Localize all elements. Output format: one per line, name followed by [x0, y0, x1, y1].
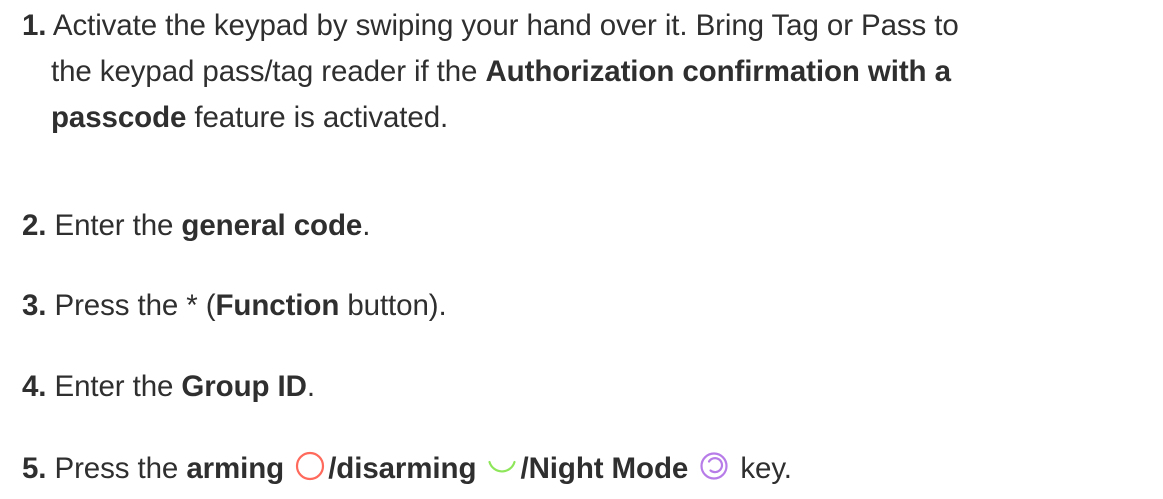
night-mode-icon — [698, 450, 730, 496]
step-5-number: 5. — [22, 452, 47, 485]
step-4: 4. Enter the Group ID. — [22, 364, 315, 410]
step-4-text: Enter the — [46, 370, 182, 403]
step-2: 2. Enter the general code. — [22, 203, 370, 249]
step-4-number: 4. — [22, 370, 47, 403]
step-5-arming-label: arming — [186, 452, 285, 485]
step-1-line-2-bold: Authorization confirmation with a — [485, 55, 951, 88]
step-1-line-1: Activate the keypad by swiping your hand… — [52, 9, 959, 42]
step-1: 1. Activate the keypad by swiping your h… — [22, 3, 1157, 141]
step-5-disarming-label: disarming — [336, 452, 477, 485]
step-5-text: Press the — [46, 452, 187, 485]
step-5: 5. Press the arming /disarming /Night Mo… — [22, 446, 792, 496]
step-4-bold: Group ID — [181, 370, 307, 403]
step-2-bold: general code — [181, 209, 363, 242]
step-5-night-mode-label: Night Mode — [528, 452, 689, 485]
step-2-number: 2. — [22, 209, 47, 242]
step-4-post: . — [306, 370, 315, 403]
step-1-line-2-text: the keypad pass/tag reader if the — [51, 55, 486, 88]
step-3-post: button). — [339, 289, 447, 322]
step-3-text: Press the * ( — [46, 289, 216, 322]
step-2-post: . — [362, 209, 371, 242]
step-3: 3. Press the * (Function button). — [22, 283, 447, 329]
step-3-number: 3. — [22, 289, 47, 322]
step-1-line-3-bold: passcode — [51, 101, 187, 134]
step-1-line-3-text: feature is activated. — [186, 101, 449, 134]
step-5-post: key. — [732, 452, 792, 485]
step-5-separator-2: / — [520, 452, 529, 485]
disarming-icon — [486, 450, 518, 496]
step-2-text: Enter the — [46, 209, 182, 242]
step-3-bold: Function — [215, 289, 340, 322]
step-1-number: 1. — [22, 9, 47, 42]
arming-icon — [294, 450, 326, 496]
